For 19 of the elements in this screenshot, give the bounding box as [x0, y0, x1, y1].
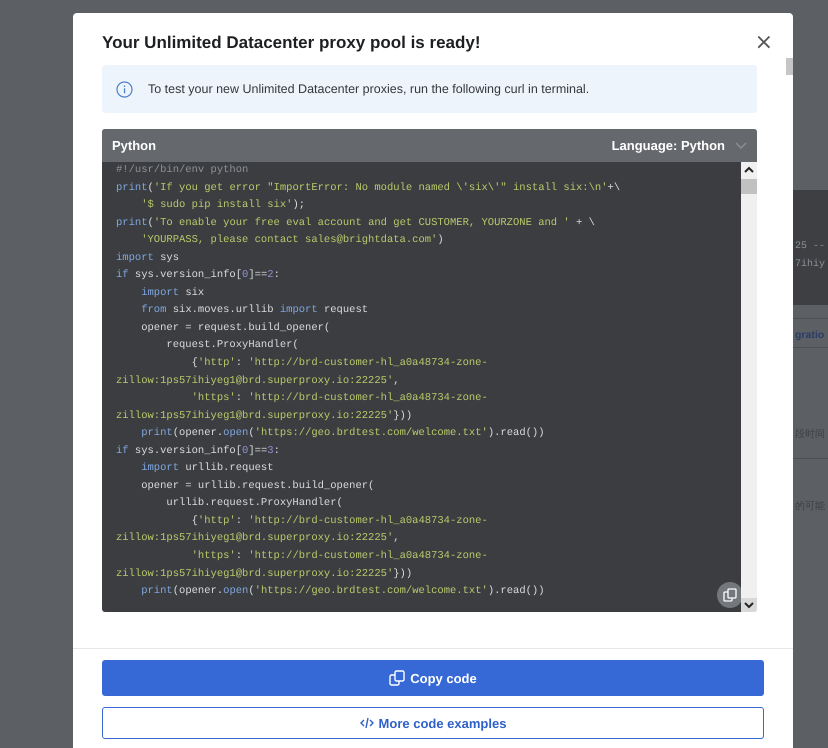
language-dropdown[interactable]: Language: Python	[612, 138, 747, 153]
text-fragment: 25 --	[795, 241, 826, 252]
scrollbar-thumb[interactable]	[786, 58, 793, 75]
close-button[interactable]: ×	[754, 35, 773, 51]
more-examples-button[interactable]: More code examples	[102, 707, 764, 739]
scroll-down-icon[interactable]	[741, 598, 757, 612]
text-fragment: 7ihiy	[795, 259, 826, 270]
copy-code-button[interactable]: Copy code	[102, 660, 764, 696]
code-text: #!/usr/bin/env python print('If you get error "ImportError: No module named \'six\'" install six:\n'+\ '$ sudo pip install six'); print('To enable your free eval account and get CUSTOMER, YOURZONE and ' + \ 'YOURPASS, please contact sales@brightdata.com') import sys if sys.version_info[0]==2: import six from six.moves.urllib import request opener = request.build_opener( request.ProxyHandler( {'http': 'http://brd-customer-hl_a0a48734-zone- zillow:1ps57ihiyeg1@brd.superproxy.io:22225', 'https': 'http://brd-customer-hl_a0a48734-zone- zillow:1ps57ihiyeg1@brd.superproxy.io:22225'})) print(opener.open('https://geo.brdtest.com/welcome.txt').read()) if sys.version_info[0]==3: import urllib.request opener = urllib.request.build_opener( urllib.request.ProxyHandler( {'http': 'http://brd-customer-hl_a0a48734-zone- zillow:1ps57ihiyeg1@brd.superproxy.io:22225', 'https': 'http://brd-customer-hl_a0a48734-zone- zillow:1ps57ihiyeg1@brd.superproxy.io:22225'})) print(opener.open('https://geo.brdtest.com/welcome.txt').read())	[115, 163, 620, 600]
copy-icon	[389, 670, 406, 686]
info-icon	[116, 80, 133, 98]
dialog-title: Your Unlimited Datacenter proxy pool is ready!	[102, 32, 482, 54]
copy-icon[interactable]	[717, 582, 743, 608]
info-text: To test your new Unlimited Datacenter proxies, run the following curl in terminal.	[148, 82, 590, 96]
code-icon	[360, 717, 374, 729]
scrollbar[interactable]	[741, 162, 757, 612]
chevron-icon	[735, 142, 747, 150]
language-title: Python	[112, 138, 156, 153]
scrollbar-thumb[interactable]	[741, 179, 757, 194]
